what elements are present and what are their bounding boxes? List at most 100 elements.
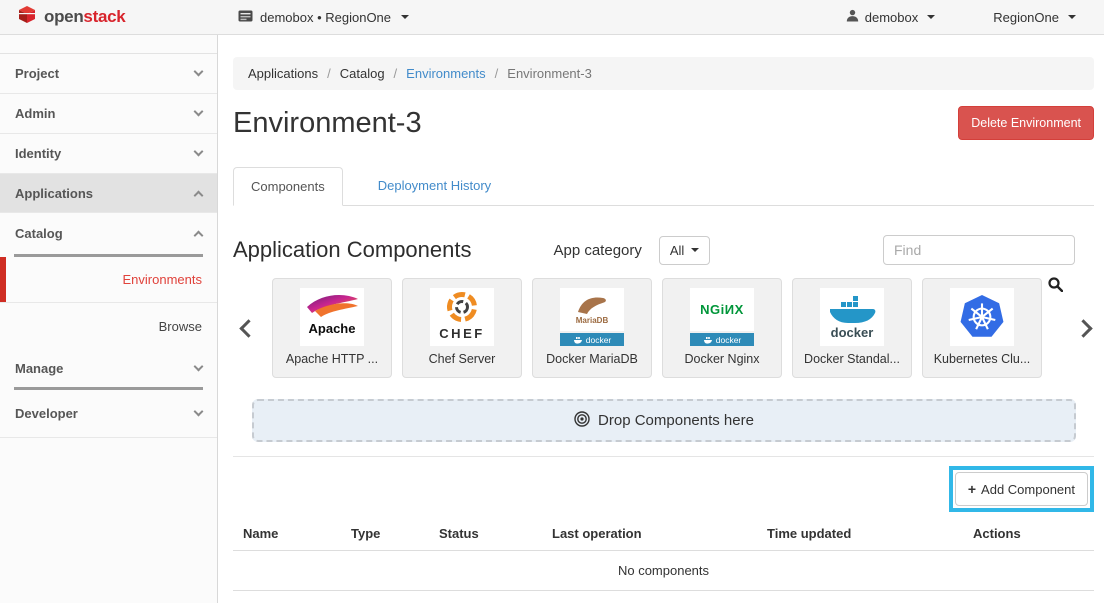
component-card-label: Chef Server: [429, 352, 496, 366]
section-divider: [233, 456, 1094, 457]
apache-logo: Apache: [300, 288, 364, 346]
sidebar: Project Admin Identity Applications Cata…: [0, 35, 218, 603]
tab-bar: Components Deployment History: [233, 167, 1094, 206]
sidebar-item-applications[interactable]: Applications: [0, 174, 217, 213]
region-menu[interactable]: RegionOne: [993, 10, 1076, 25]
component-card-apache[interactable]: Apache Apache HTTP ...: [272, 278, 392, 378]
app-category-label: App category: [553, 242, 641, 259]
delete-environment-button[interactable]: Delete Environment: [958, 106, 1094, 140]
chevron-up-icon: [194, 190, 204, 200]
component-card-label: Docker Standal...: [804, 352, 900, 366]
drop-components-zone[interactable]: Drop Components here: [252, 399, 1076, 442]
carousel-right-icon[interactable]: [1074, 319, 1092, 337]
breadcrumb-separator: /: [495, 66, 499, 81]
component-card-label: Kubernetes Clu...: [934, 352, 1031, 366]
sidebar-item-developer[interactable]: Developer: [0, 390, 217, 438]
sidebar-item-admin[interactable]: Admin: [0, 94, 217, 134]
kubernetes-logo: [950, 288, 1014, 346]
docker-badge: docker: [560, 333, 624, 346]
tab-deployment-history[interactable]: Deployment History: [361, 167, 508, 205]
docker-badge: docker: [690, 333, 754, 346]
sidebar-item-label: Identity: [15, 146, 61, 161]
caret-down-icon: [1068, 15, 1076, 19]
mariadb-logo: MariaDB: [560, 288, 624, 331]
main-content: Applications / Catalog / Environments / …: [218, 35, 1104, 603]
find-input[interactable]: [883, 235, 1075, 265]
component-card-label: Apache HTTP ...: [286, 352, 378, 366]
svg-text:Apache: Apache: [309, 321, 356, 336]
caret-down-icon: [691, 248, 699, 252]
column-header-name: Name: [233, 516, 343, 551]
chevron-down-icon: [194, 147, 204, 157]
sidebar-item-label: Applications: [15, 186, 93, 201]
docker-whale-icon: [703, 336, 713, 344]
openstack-cube-logo-icon: [16, 4, 38, 30]
chevron-down-icon: [194, 67, 204, 77]
column-header-type: Type: [343, 516, 431, 551]
project-context-dropdown[interactable]: demobox • RegionOne: [238, 10, 409, 25]
component-card-kubernetes[interactable]: Kubernetes Clu...: [922, 278, 1042, 378]
sidebar-item-catalog[interactable]: Catalog: [0, 213, 217, 254]
sidebar-item-identity[interactable]: Identity: [0, 134, 217, 174]
breadcrumb-item: Catalog: [340, 66, 385, 81]
sidebar-item-project[interactable]: Project: [0, 54, 217, 94]
table-row-empty: No components: [233, 551, 1094, 591]
chevron-down-icon: [194, 361, 204, 371]
component-card-docker-mariadb[interactable]: MariaDB docker Docker MariaDB: [532, 278, 652, 378]
app-category-value: All: [670, 243, 684, 258]
caret-down-icon: [401, 15, 409, 19]
component-card-label: Docker Nginx: [684, 352, 759, 366]
plus-icon: +: [968, 481, 976, 497]
user-icon: [846, 9, 859, 25]
region-menu-label: RegionOne: [993, 10, 1059, 25]
sidebar-top-spacer: [0, 35, 217, 54]
openstack-wordmark: openstack: [44, 7, 125, 27]
carousel-left-icon[interactable]: [239, 319, 257, 337]
sidebar-item-label: Developer: [15, 406, 78, 421]
column-header-last-operation: Last operation: [544, 516, 759, 551]
breadcrumb-separator: /: [327, 66, 331, 81]
page-title: Environment-3: [233, 107, 422, 140]
chevron-up-icon: [194, 231, 204, 241]
sidebar-item-manage[interactable]: Manage: [0, 349, 217, 387]
component-card-label: Docker MariaDB: [546, 352, 638, 366]
context-label: demobox • RegionOne: [260, 10, 391, 25]
components-table: Name Type Status Last operation Time upd…: [233, 516, 1094, 591]
component-card-docker-nginx[interactable]: NGiИX docker Docker Nginx: [662, 278, 782, 378]
user-menu[interactable]: demobox: [846, 9, 935, 25]
breadcrumb-current: Environment-3: [507, 66, 592, 81]
column-header-actions: Actions: [965, 516, 1094, 551]
column-header-status: Status: [431, 516, 544, 551]
drop-zone-label: Drop Components here: [598, 412, 754, 429]
sidebar-item-browse[interactable]: Browse: [0, 303, 217, 349]
svg-text:CHEF: CHEF: [439, 326, 484, 341]
search-icon[interactable]: [1048, 277, 1063, 297]
window-list-icon: [238, 10, 253, 25]
sidebar-item-environments[interactable]: Environments: [0, 257, 217, 303]
empty-table-message: No components: [233, 551, 1094, 591]
bullseye-icon: [574, 411, 590, 431]
user-menu-label: demobox: [865, 10, 918, 25]
add-component-label: Add Component: [981, 482, 1075, 497]
breadcrumb-separator: /: [394, 66, 398, 81]
add-component-button[interactable]: + Add Component: [955, 472, 1088, 506]
sidebar-item-label: Project: [15, 66, 59, 81]
chevron-down-icon: [194, 407, 204, 417]
add-component-highlight-box: + Add Component: [949, 466, 1094, 512]
component-card-chef[interactable]: CHEF Chef Server: [402, 278, 522, 378]
sidebar-item-label: Browse: [159, 319, 202, 334]
tab-components[interactable]: Components: [233, 167, 343, 206]
sidebar-item-label: Catalog: [15, 226, 63, 241]
breadcrumb-item: Applications: [248, 66, 318, 81]
sidebar-item-label: Environments: [123, 272, 202, 287]
chef-logo: CHEF: [430, 288, 494, 346]
active-item-indicator: [0, 257, 6, 302]
section-heading: Application Components: [233, 237, 471, 263]
component-card-docker-standalone[interactable]: docker Docker Standal...: [792, 278, 912, 378]
sidebar-item-label: Admin: [15, 106, 55, 121]
breadcrumb-link-environments[interactable]: Environments: [406, 66, 485, 81]
sidebar-item-label: Manage: [15, 361, 63, 376]
app-category-dropdown[interactable]: All: [659, 236, 710, 265]
chevron-down-icon: [194, 107, 204, 117]
docker-logo: docker: [820, 288, 884, 346]
